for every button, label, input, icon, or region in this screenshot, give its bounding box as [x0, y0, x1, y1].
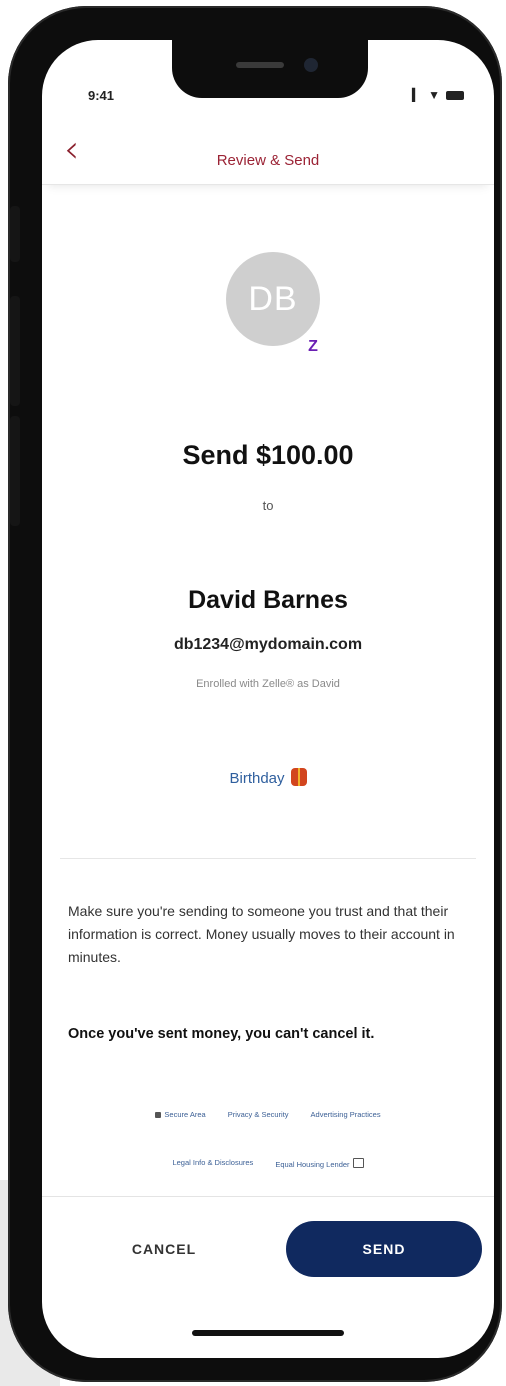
footer-links-row-1: Secure Area Privacy & Security Advertisi… — [42, 1110, 494, 1119]
action-bar: CANCEL SEND — [42, 1196, 494, 1293]
cancel-button[interactable]: CANCEL — [64, 1221, 264, 1277]
enrolled-text: Enrolled with Zelle® as David — [196, 678, 340, 690]
front-camera — [304, 58, 318, 72]
footer-link-equal-housing[interactable]: Equal Housing Lender — [275, 1158, 364, 1169]
screen: 9:41 ▕▎ ▼ ‹ Review & Send DB Z Send $100… — [42, 40, 494, 1358]
battery-icon — [446, 90, 464, 100]
header: ‹ Review & Send — [42, 124, 494, 185]
lock-icon — [155, 1112, 162, 1118]
volume-up-button — [10, 296, 20, 406]
recipient-name: David Barnes — [188, 586, 348, 614]
zelle-icon: Z — [300, 334, 326, 360]
footer-link-privacy[interactable]: Privacy & Security — [228, 1110, 289, 1119]
recipient-email: db1234@mydomain.com — [173, 636, 363, 653]
gift-icon — [290, 768, 307, 786]
notch — [172, 40, 368, 98]
footer-link-label: Secure Area — [164, 1110, 206, 1119]
footer-link-secure-area[interactable]: Secure Area — [155, 1110, 206, 1119]
status-icons: ▕▎ ▼ — [404, 88, 464, 102]
avatar: DB — [226, 252, 320, 346]
phone-frame: 9:41 ▕▎ ▼ ‹ Review & Send DB Z Send $100… — [8, 6, 502, 1382]
page-title: Review & Send — [216, 152, 320, 169]
home-indicator[interactable] — [192, 1330, 344, 1336]
volume-down-button — [10, 416, 20, 526]
memo: Birthday — [42, 768, 494, 787]
status-time: 9:41 — [88, 88, 115, 103]
footer-link-label: Equal Housing Lender — [275, 1160, 350, 1169]
footer-links-row-2: Legal Info & Disclosures Equal Housing L… — [42, 1158, 494, 1169]
footer-link-advertising[interactable]: Advertising Practices — [311, 1110, 381, 1119]
page: 9:41 ▕▎ ▼ ‹ Review & Send DB Z Send $100… — [0, 0, 506, 1386]
footer-link-legal[interactable]: Legal Info & Disclosures — [172, 1158, 253, 1169]
wifi-icon: ▼ — [428, 88, 440, 102]
to-label: to — [262, 498, 274, 513]
send-button[interactable]: SEND — [286, 1221, 482, 1277]
signal-icon: ▕▎ — [403, 88, 423, 102]
send-amount: Send $100.00 — [182, 440, 354, 470]
disclaimer-text: Make sure you're sending to someone you … — [68, 903, 455, 965]
cancel-warning: Once you've sent money, you can't cancel… — [68, 1026, 375, 1042]
memo-text: Birthday — [229, 770, 285, 787]
silent-switch — [10, 206, 20, 262]
speaker — [236, 62, 284, 68]
divider — [60, 858, 476, 859]
equal-housing-icon — [352, 1158, 364, 1168]
